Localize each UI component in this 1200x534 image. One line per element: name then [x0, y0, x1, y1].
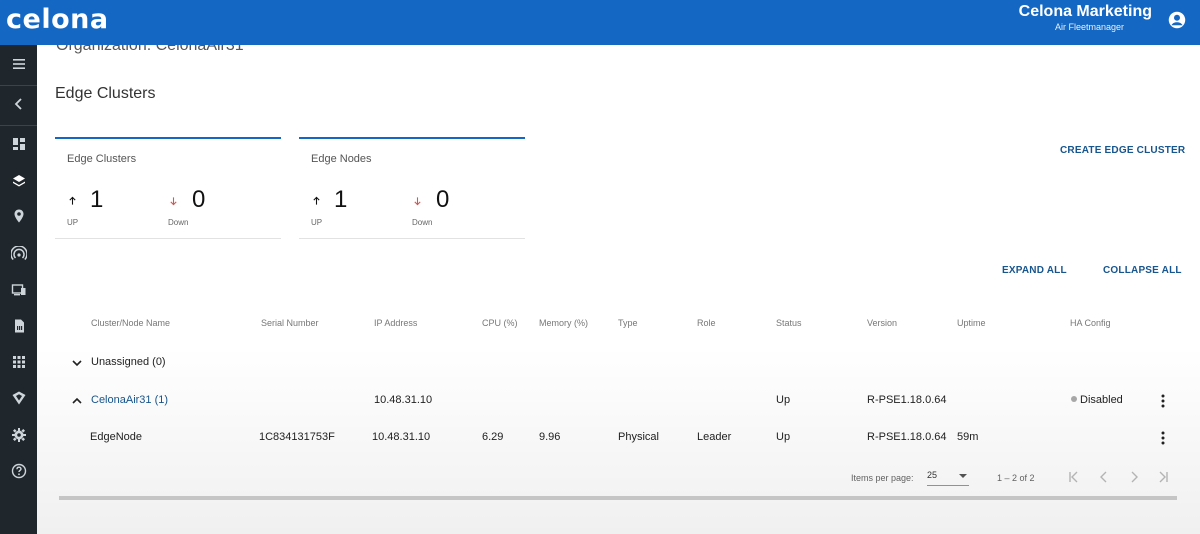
sidebar	[0, 45, 37, 534]
expand-all-button[interactable]: EXPAND ALL	[1002, 265, 1067, 276]
col-header-status[interactable]: Status	[776, 318, 802, 328]
org-sub: Air Fleetmanager	[1054, 22, 1124, 32]
col-header-ip[interactable]: IP Address	[374, 318, 417, 328]
col-header-version[interactable]: Version	[867, 318, 897, 328]
chevron-up-icon[interactable]	[71, 395, 83, 407]
ha-status: Disabled	[1080, 394, 1123, 406]
col-header-ha-config[interactable]: HA Config	[1070, 318, 1111, 328]
sim-card-icon[interactable]	[0, 311, 37, 341]
cluster-name-link[interactable]: CelonaAir31 (1)	[91, 394, 168, 406]
node-serial: 1C834131753F	[259, 431, 335, 443]
col-header-uptime[interactable]: Uptime	[957, 318, 986, 328]
node-memory: 9.96	[539, 431, 561, 443]
main-content: Organization: CelonaAir31 Edge Clusters …	[37, 45, 1200, 534]
page-range: 1 – 2 of 2	[997, 473, 1035, 483]
node-type: Physical	[618, 431, 659, 443]
page-title: Edge Clusters	[55, 85, 156, 102]
node-cpu: 6.29	[482, 431, 504, 443]
stat-title: Edge Clusters	[67, 153, 137, 165]
node-name: EdgeNode	[90, 431, 142, 443]
dropdown-caret-icon	[959, 474, 967, 478]
col-header-type[interactable]: Type	[618, 318, 638, 328]
up-label: UP	[311, 218, 323, 227]
next-page-icon[interactable]	[1126, 469, 1142, 485]
col-header-cpu[interactable]: CPU (%)	[482, 318, 518, 328]
org-switcher[interactable]: Celona Marketing Air Fleetmanager	[1019, 3, 1152, 33]
first-page-icon[interactable]	[1066, 469, 1082, 485]
top-bar: celona Celona Marketing Air Fleetmanager	[0, 0, 1200, 45]
account-icon[interactable]	[1168, 11, 1186, 29]
cluster-version: R-PSE1.18.0.64	[867, 394, 947, 406]
status-dot-icon	[1071, 396, 1077, 402]
cluster-status: Up	[776, 394, 791, 406]
up-count: 1	[90, 186, 104, 213]
table-bottom-edge	[59, 496, 1177, 500]
edge-nodes-card: Edge Nodes 1 UP 0 Down	[299, 137, 525, 239]
arrow-down-icon	[414, 197, 421, 206]
dashboard-icon[interactable]	[0, 129, 37, 159]
arrow-up-icon	[313, 196, 320, 205]
node-role: Leader	[697, 431, 732, 443]
collapse-sidebar-icon[interactable]	[0, 89, 37, 119]
items-per-page-value: 25	[927, 470, 938, 480]
celona-logo[interactable]: celona	[6, 4, 109, 35]
cluster-ip: 10.48.31.10	[374, 394, 433, 406]
node-uptime: 59m	[957, 431, 979, 443]
down-count: 0	[192, 186, 206, 213]
ha-status-badge: Disabled	[1071, 394, 1123, 406]
network-slice-icon[interactable]	[0, 383, 37, 413]
down-label: Down	[412, 218, 433, 227]
apps-grid-icon[interactable]	[0, 347, 37, 377]
up-label: UP	[67, 218, 79, 227]
gear-icon[interactable]	[0, 420, 37, 450]
org-title: Organization: CelonaAir31	[56, 45, 244, 54]
location-pin-icon[interactable]	[0, 201, 37, 231]
items-per-page-select[interactable]: 25	[927, 470, 969, 486]
col-header-name[interactable]: Cluster/Node Name	[91, 318, 170, 328]
help-icon[interactable]	[0, 456, 37, 486]
items-per-page-label: Items per page:	[851, 473, 914, 483]
col-header-memory[interactable]: Memory (%)	[539, 318, 588, 328]
down-count: 0	[436, 186, 450, 213]
node-ip: 10.48.31.10	[372, 431, 431, 443]
access-point-icon[interactable]	[0, 239, 37, 269]
previous-page-icon[interactable]	[1096, 469, 1112, 485]
devices-icon[interactable]	[0, 275, 37, 305]
last-page-icon[interactable]	[1155, 469, 1171, 485]
up-count: 1	[334, 186, 348, 213]
menu-icon[interactable]	[0, 49, 37, 79]
node-status: Up	[776, 431, 791, 443]
more-vert-icon[interactable]	[1161, 394, 1165, 408]
chevron-down-icon[interactable]	[71, 357, 83, 369]
down-label: Down	[168, 218, 189, 227]
arrow-down-icon	[170, 197, 177, 206]
arrow-up-icon	[69, 196, 76, 205]
node-version: R-PSE1.18.0.64	[867, 431, 947, 443]
create-edge-cluster-button[interactable]: CREATE EDGE CLUSTER	[1060, 145, 1185, 156]
more-vert-icon[interactable]	[1161, 431, 1165, 445]
stat-title: Edge Nodes	[311, 153, 372, 165]
org-name: Celona Marketing	[1018, 3, 1152, 20]
edge-clusters-card: Edge Clusters 1 UP 0 Down	[55, 137, 281, 239]
group-name: Unassigned (0)	[91, 356, 166, 368]
col-header-role[interactable]: Role	[697, 318, 716, 328]
col-header-serial[interactable]: Serial Number	[261, 318, 319, 328]
layers-icon[interactable]	[0, 166, 37, 196]
collapse-all-button[interactable]: COLLAPSE ALL	[1103, 265, 1182, 276]
